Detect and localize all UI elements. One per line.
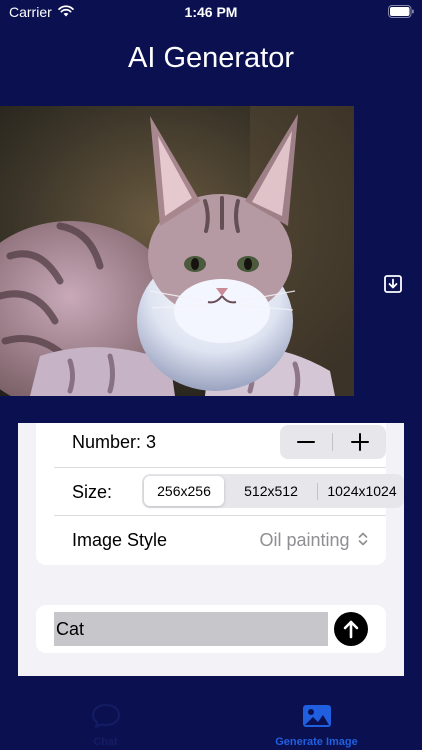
size-option-256[interactable]: 256x256 xyxy=(144,476,224,506)
download-icon xyxy=(384,275,402,293)
image-style-row[interactable]: Image Style Oil painting xyxy=(54,515,386,565)
tab-generate-image-label: Generate Image xyxy=(275,736,358,748)
arrow-up-icon xyxy=(343,620,359,639)
tab-generate-image[interactable]: Generate Image xyxy=(211,696,422,750)
size-label: Size: xyxy=(72,482,113,502)
tab-chat-label: Chat xyxy=(93,736,118,748)
clock: 1:46 PM xyxy=(184,4,238,20)
image-style-label: Image Style xyxy=(72,530,168,550)
segment-divider xyxy=(317,483,318,500)
number-label: Number: 3 xyxy=(72,432,157,452)
page-title: AI Generator xyxy=(127,42,295,74)
decrement-button[interactable] xyxy=(280,425,332,459)
size-option-512[interactable]: 512x512 xyxy=(226,476,316,506)
size-row: Size: 256x256 512x512 1024x1024 xyxy=(54,467,404,516)
increment-button[interactable] xyxy=(333,425,386,459)
size-option-1024[interactable]: 1024x1024 xyxy=(320,476,404,506)
battery-icon xyxy=(388,5,415,23)
size-segmented-control[interactable]: 256x256 512x512 1024x1024 xyxy=(142,474,404,508)
minus-icon xyxy=(297,441,315,443)
save-image-button[interactable] xyxy=(381,272,405,296)
settings-panel: Number: 3 Size: 256x256 512x512 1024x102 xyxy=(18,423,404,676)
chevron-up-down-icon xyxy=(358,531,368,552)
prompt-input[interactable] xyxy=(54,612,328,646)
settings-card: Number: 3 Size: 256x256 512x512 1024x102 xyxy=(36,423,404,565)
generated-image xyxy=(0,106,354,411)
image-style-picker[interactable]: Oil painting xyxy=(259,530,368,552)
send-button[interactable] xyxy=(334,612,368,646)
quantity-stepper[interactable] xyxy=(280,425,386,459)
tab-bar: Chat Generate Image xyxy=(0,696,422,750)
image-style-value: Oil painting xyxy=(259,530,350,550)
status-bar: Carrier 1:46 PM xyxy=(0,0,422,26)
prompt-card xyxy=(36,605,386,653)
tab-chat[interactable]: Chat xyxy=(0,696,211,750)
plus-icon xyxy=(351,433,369,451)
chat-bubble-icon xyxy=(90,701,122,736)
cat-painting-image xyxy=(0,106,354,411)
photo-icon xyxy=(301,701,333,736)
